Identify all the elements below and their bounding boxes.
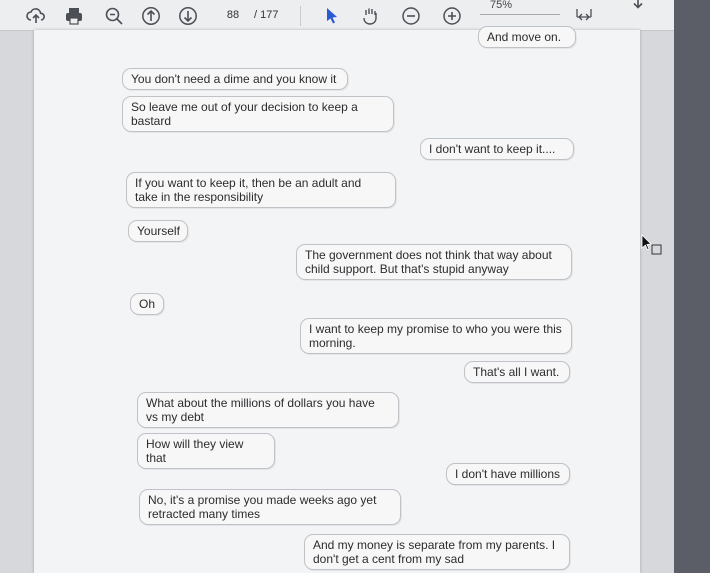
message-bubble-sent: And move on. xyxy=(478,26,576,48)
zoom-plus-icon[interactable] xyxy=(442,6,462,26)
message-bubble-received: How will they view that xyxy=(137,433,275,469)
prev-page-icon[interactable] xyxy=(141,6,161,26)
share-icon[interactable] xyxy=(26,6,46,26)
pdf-page: And move on. You don't need a dime and y… xyxy=(34,26,640,573)
page-number-input[interactable]: 88 xyxy=(218,5,248,25)
mouse-pointer-icon xyxy=(641,234,662,255)
pan-hand-icon[interactable] xyxy=(360,6,380,26)
message-bubble-received: Yourself xyxy=(128,220,188,242)
print-icon[interactable] xyxy=(64,6,84,26)
zoom-out-icon[interactable] xyxy=(104,6,124,26)
message-bubble-sent: I want to keep my promise to who you wer… xyxy=(300,318,572,354)
select-cursor-icon[interactable] xyxy=(322,6,342,26)
message-bubble-sent: That's all I want. xyxy=(464,361,570,383)
zoom-minus-icon[interactable] xyxy=(401,6,421,26)
message-bubble-received: No, it's a promise you made weeks ago ye… xyxy=(139,489,401,525)
message-bubble-sent: And my money is separate from my parents… xyxy=(304,534,570,570)
side-frame xyxy=(674,0,710,573)
next-page-icon[interactable] xyxy=(178,6,198,26)
message-bubble-received: Oh xyxy=(130,293,164,315)
message-bubble-received: So leave me out of your decision to keep… xyxy=(122,96,394,132)
message-bubble-received: What about the millions of dollars you h… xyxy=(137,392,399,428)
pdf-toolbar: 88 / 177 75% xyxy=(0,0,674,31)
page-total-label: / 177 xyxy=(254,9,279,21)
fit-page-icon[interactable] xyxy=(574,6,594,26)
download-icon[interactable] xyxy=(628,0,648,14)
message-bubble-sent: I don't have millions xyxy=(446,463,570,485)
message-bubble-sent: The government does not think that way a… xyxy=(296,244,572,280)
zoom-level-select[interactable]: 75% xyxy=(480,0,560,15)
message-bubble-sent: I don't want to keep it.... xyxy=(420,138,574,160)
message-bubble-received: If you want to keep it, then be an adult… xyxy=(126,172,396,208)
message-bubble-received: You don't need a dime and you know it xyxy=(122,68,348,90)
pdf-viewer-screen: 88 / 177 75% And move on. You don't need… xyxy=(0,0,710,573)
toolbar-divider xyxy=(300,6,301,26)
